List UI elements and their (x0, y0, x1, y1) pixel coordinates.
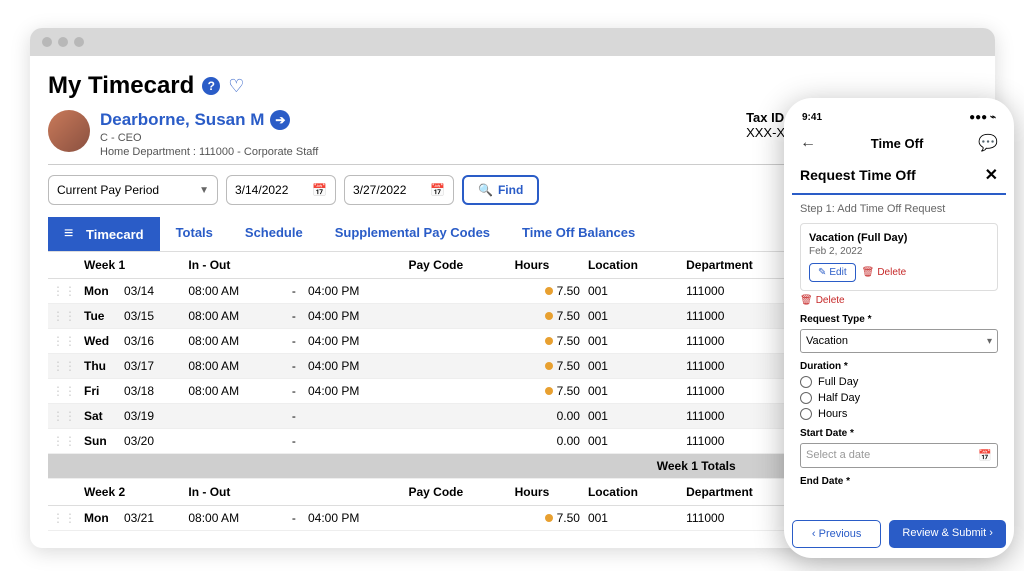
signal-icon: ●●● ⌁ (969, 112, 996, 123)
phone-heading: Request Time Off (800, 167, 916, 183)
drag-handle-icon[interactable]: ⋮⋮ (48, 506, 80, 531)
duration-label: Duration * (800, 361, 998, 372)
trash-icon: 🗑 (800, 295, 813, 306)
phone-time: 9:41 (802, 112, 822, 123)
search-icon: 🔍 (478, 183, 493, 197)
request-type-select[interactable]: Vacation▾ (800, 329, 998, 353)
window-chrome (30, 28, 995, 56)
col-inout: In - Out (184, 252, 404, 279)
find-label: Find (498, 183, 523, 197)
col-week: Week 1 (80, 252, 184, 279)
step-label: Step 1: Add Time Off Request (800, 203, 998, 215)
col-hours: Hours (511, 252, 584, 279)
duration-option-fullday[interactable]: Full Day (800, 376, 998, 388)
favorite-icon[interactable]: ♡ (228, 76, 244, 97)
card-title: Vacation (Full Day) (809, 232, 989, 244)
col-location: Location (584, 252, 682, 279)
duration-option-halfday[interactable]: Half Day (800, 392, 998, 404)
duration-option-hours[interactable]: Hours (800, 408, 998, 420)
request-card: Vacation (Full Day) Feb 2, 2022 ✎Edit 🗑D… (800, 223, 998, 291)
window-dot (58, 37, 68, 47)
edit-button[interactable]: ✎Edit (809, 263, 856, 282)
week1-total-label: Week 1 Totals (584, 454, 809, 479)
window-dot (42, 37, 52, 47)
drag-handle-icon[interactable]: ⋮⋮ (48, 329, 80, 354)
tab-balances[interactable]: Time Off Balances (506, 217, 651, 251)
tab-schedule[interactable]: Schedule (229, 217, 319, 251)
chevron-down-icon: ▼ (199, 185, 209, 196)
start-date-input[interactable]: 3/14/2022 📅 (226, 175, 336, 205)
chevron-down-icon: ▾ (987, 336, 992, 347)
drag-handle-icon[interactable]: ⋮⋮ (48, 354, 80, 379)
col-paycode: Pay Code (404, 252, 510, 279)
start-date-field[interactable]: Select a date📅 (800, 443, 998, 468)
start-date-label: Start Date * (800, 428, 998, 439)
phone-screen-title: Time Off (871, 136, 924, 151)
end-date-input[interactable]: 3/27/2022 📅 (344, 175, 454, 205)
calendar-icon: 📅 (430, 183, 445, 197)
help-icon[interactable]: ? (202, 77, 220, 95)
calendar-icon: 📅 (312, 183, 327, 197)
delete-link[interactable]: 🗑Delete (862, 267, 907, 278)
start-date-value: 3/14/2022 (235, 183, 288, 197)
review-submit-button[interactable]: Review & Submit › (889, 520, 1006, 548)
drag-handle-icon[interactable]: ⋮⋮ (48, 429, 80, 454)
phone-status-bar: 9:41 ●●● ⌁ (792, 108, 1006, 127)
drag-handle-icon[interactable]: ⋮⋮ (48, 404, 80, 429)
drag-handle-icon[interactable]: ⋮⋮ (48, 279, 80, 304)
tab-totals[interactable]: Totals (160, 217, 229, 251)
find-button[interactable]: 🔍 Find (462, 175, 539, 205)
end-date-value: 3/27/2022 (353, 183, 406, 197)
menu-icon (64, 225, 78, 243)
card-date: Feb 2, 2022 (809, 246, 989, 257)
employee-name: Dearborne, Susan M (100, 110, 264, 130)
close-icon[interactable]: ✕ (985, 165, 998, 185)
calendar-icon: 📅 (978, 449, 992, 462)
employee-dept: Home Department : 111000 - Corporate Sta… (100, 146, 736, 158)
tab-timecard[interactable]: Timecard (48, 217, 160, 251)
radio-icon (800, 392, 812, 404)
request-type-label: Request Type * (800, 314, 998, 325)
next-employee-icon[interactable]: ➔ (270, 110, 290, 130)
previous-button[interactable]: ‹ Previous (792, 520, 881, 548)
chat-icon[interactable]: 💬 (978, 133, 998, 153)
drag-handle-icon[interactable]: ⋮⋮ (48, 379, 80, 404)
page-title: My Timecard (48, 72, 194, 100)
window-dot (74, 37, 84, 47)
mobile-phone-mock: 9:41 ●●● ⌁ ← Time Off 💬 Request Time Off… (784, 98, 1014, 558)
radio-icon (800, 376, 812, 388)
radio-icon (800, 408, 812, 420)
end-date-label: End Date * (800, 476, 998, 487)
trash-icon: 🗑 (862, 267, 875, 278)
back-icon[interactable]: ← (800, 134, 816, 152)
employee-role: C - CEO (100, 132, 736, 144)
pencil-icon: ✎ (818, 267, 826, 278)
avatar (48, 110, 90, 152)
pay-period-value: Current Pay Period (57, 183, 159, 197)
col-week2: Week 2 (80, 479, 184, 506)
delete-all-link[interactable]: 🗑Delete (800, 295, 998, 306)
drag-handle-icon[interactable]: ⋮⋮ (48, 304, 80, 329)
tab-supplemental[interactable]: Supplemental Pay Codes (319, 217, 506, 251)
pay-period-select[interactable]: Current Pay Period ▼ (48, 175, 218, 205)
